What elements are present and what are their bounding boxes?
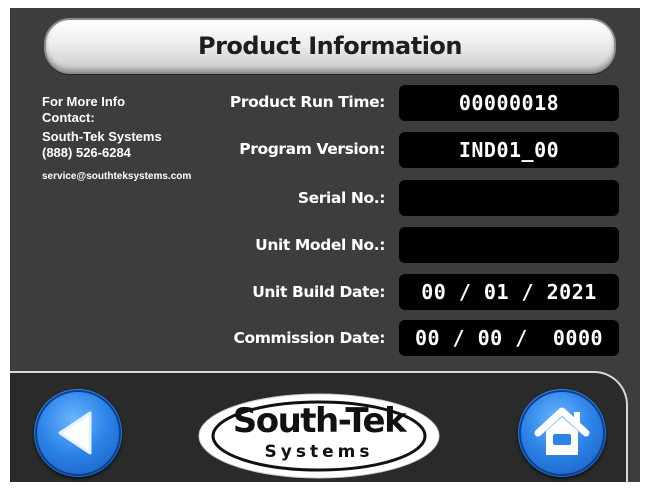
home-icon	[519, 390, 605, 476]
commission-date-label: Commission Date:	[233, 329, 385, 347]
unit-build-date-label: Unit Build Date:	[252, 283, 385, 301]
logo-main-text: South-Tek	[232, 401, 407, 441]
unit-build-date-field: 00 / 01 / 2021	[399, 274, 619, 310]
product-run-time-field: 00000018	[399, 85, 619, 121]
product-run-time-label: Product Run Time:	[229, 93, 386, 111]
product-information-screen: Product Information For More Info Contac…	[10, 8, 640, 482]
back-arrow-icon	[35, 390, 121, 476]
page-title: Product Information	[198, 32, 463, 60]
program-version-label: Program Version:	[239, 140, 385, 158]
title-bar: Product Information	[44, 18, 616, 74]
unit-model-no-label: Unit Model No.:	[255, 236, 385, 254]
serial-no-field	[399, 180, 619, 216]
contact-phone: (888) 526-6284	[42, 145, 131, 160]
home-button[interactable]	[518, 389, 606, 477]
logo-sub-text: Systems	[264, 442, 374, 462]
back-button[interactable]	[34, 389, 122, 477]
contact-line-2: Contact:	[42, 110, 95, 125]
contact-company: South-Tek Systems	[42, 129, 162, 144]
program-version-field: IND01_00	[399, 132, 619, 168]
contact-email: service@southteksystems.com	[42, 171, 192, 182]
commission-date-field: 00 / 00 / 0000	[399, 320, 619, 356]
unit-model-no-field	[399, 227, 619, 263]
serial-no-label: Serial No.:	[297, 189, 386, 207]
south-tek-logo: South-Tek Systems	[196, 390, 442, 482]
